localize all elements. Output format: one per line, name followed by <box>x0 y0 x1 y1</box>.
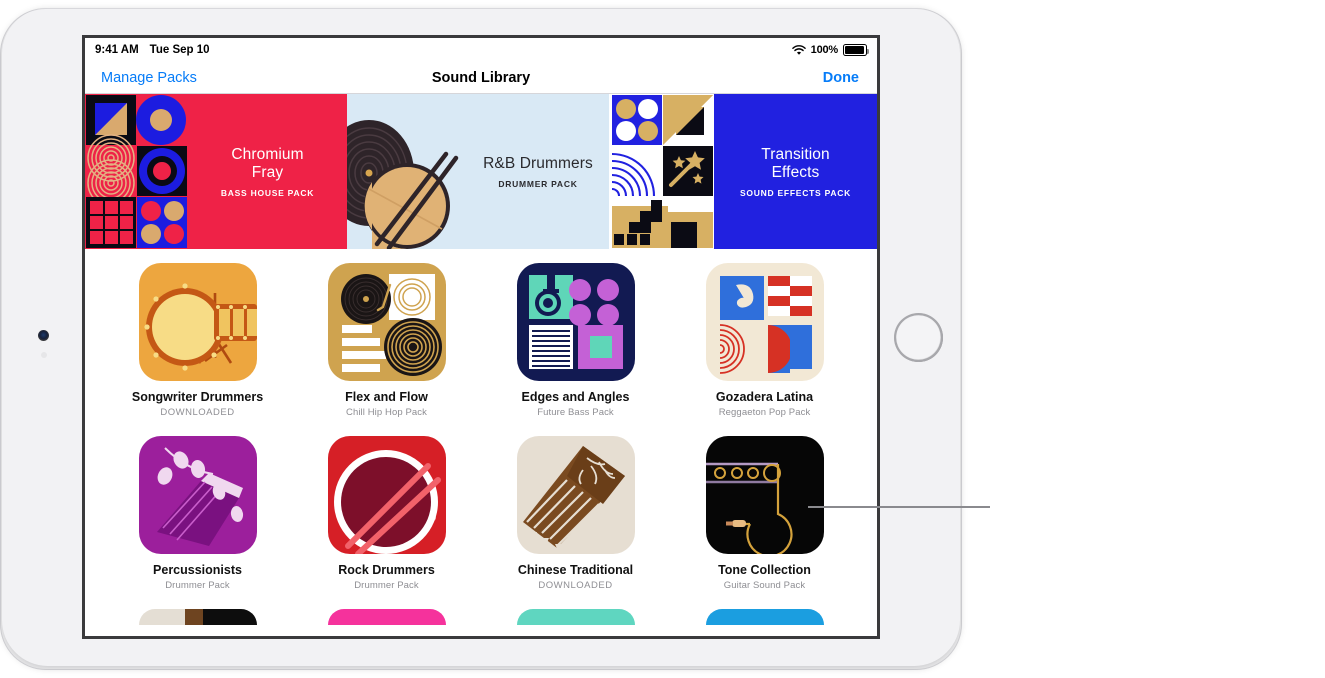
featured-title-line2: Effects <box>771 163 820 181</box>
done-button[interactable]: Done <box>823 70 859 86</box>
pack-subtitle: DOWNLOADED <box>538 580 613 591</box>
pack-name: Tone Collection <box>718 563 811 577</box>
pack-tile-songwriter-drummers[interactable]: Songwriter Drummers DOWNLOADED <box>103 263 292 418</box>
battery-percent-label: 100% <box>810 44 839 56</box>
transition-effects-artwork <box>609 94 714 249</box>
pack-name: Percussionists <box>153 563 242 577</box>
gozadera-latina-artwork <box>705 263 824 381</box>
grid-row-spacer <box>103 591 859 609</box>
pack-tile-partial-3[interactable] <box>481 609 670 625</box>
featured-title-line2: Fray <box>251 163 284 181</box>
pack-tile-chinese-traditional[interactable]: Chinese Traditional DOWNLOADED <box>481 436 670 591</box>
pack-tile-partial-4[interactable] <box>670 609 859 625</box>
songwriter-drummers-artwork <box>138 263 257 381</box>
ambient-sensor-icon <box>41 352 47 358</box>
pack-subtitle: DOWNLOADED <box>160 407 235 418</box>
status-bar: 9:41 AM Tue Sep 10 100% <box>85 38 877 62</box>
pack-name: Songwriter Drummers <box>131 390 264 404</box>
sound-pack-grid: Songwriter Drummers DOWNLOADED Flex and … <box>85 249 877 625</box>
status-bar-right-group: 100% <box>791 38 869 62</box>
pack-tile-percussionists[interactable]: Percussionists Drummer Pack <box>103 436 292 591</box>
ipad-screen: 9:41 AM Tue Sep 10 100% Manage Packs Sou… <box>85 38 877 636</box>
rock-drummers-artwork <box>327 436 446 554</box>
featured-banner-transition-effects[interactable]: Transition Effects SOUND EFFECTS PACK <box>609 94 877 249</box>
featured-banner-rnb-drummers[interactable]: R&B Drummers DRUMMER PACK <box>347 94 609 249</box>
pack-tile-tone-collection[interactable]: Tone Collection Guitar Sound Pack <box>670 436 859 591</box>
featured-title-line1: R&B Drummers <box>483 154 593 172</box>
rnb-drummers-artwork <box>347 94 467 249</box>
featured-banner-text-chromium-fray: Chromium Fray BASS HOUSE PACK <box>188 94 347 249</box>
pack-tile-gozadera-latina[interactable]: Gozadera Latina Reggaeton Pop Pack <box>670 263 859 418</box>
pack-name: Chinese Traditional <box>517 563 634 577</box>
home-button-inner[interactable] <box>897 316 940 359</box>
battery-cap <box>867 48 869 54</box>
pack-name: Gozadera Latina <box>715 390 814 404</box>
callout-leader-line <box>808 506 990 508</box>
wifi-icon <box>791 44 806 56</box>
featured-title-line1: Chromium <box>231 145 304 163</box>
pack-subtitle: Guitar Sound Pack <box>723 580 806 591</box>
flex-and-flow-artwork <box>327 263 446 381</box>
featured-banner-text-transition-effects: Transition Effects SOUND EFFECTS PACK <box>714 94 877 249</box>
chromium-fray-artwork <box>85 94 188 249</box>
battery-full-icon <box>843 44 869 56</box>
pack-tile-edges-and-angles[interactable]: Edges and Angles Future Bass Pack <box>481 263 670 418</box>
pack-subtitle: Chill Hip Hop Pack <box>346 407 427 418</box>
grid-row-spacer <box>103 418 859 436</box>
battery-fill <box>845 46 865 54</box>
featured-banner-text-rnb-drummers: R&B Drummers DRUMMER PACK <box>467 94 609 249</box>
pack-subtitle: Drummer Pack <box>354 580 419 591</box>
front-camera-icon <box>38 330 49 341</box>
featured-subtitle: BASS HOUSE PACK <box>220 187 315 198</box>
edges-and-angles-artwork <box>516 263 635 381</box>
percussionists-artwork <box>138 436 257 554</box>
partial-pack-artwork-1 <box>138 609 257 625</box>
sound-library-scroll-view[interactable]: Chromium Fray BASS HOUSE PACK R&B Drumme… <box>85 94 877 635</box>
featured-subtitle: SOUND EFFECTS PACK <box>739 187 852 198</box>
featured-title-line1: Transition <box>761 145 830 163</box>
featured-packs-row: Chromium Fray BASS HOUSE PACK R&B Drumme… <box>85 94 877 249</box>
pack-subtitle: Drummer Pack <box>165 580 230 591</box>
pack-subtitle: Reggaeton Pop Pack <box>718 407 811 418</box>
manage-packs-button[interactable]: Manage Packs <box>101 70 197 86</box>
tone-collection-artwork <box>705 436 824 554</box>
navigation-bar: Manage Packs Sound Library Done <box>85 62 877 94</box>
page-title: Sound Library <box>431 69 531 86</box>
pack-name: Edges and Angles <box>521 390 630 404</box>
partial-pack-artwork-4 <box>705 609 824 625</box>
pack-subtitle: Future Bass Pack <box>537 407 614 418</box>
pack-tile-partial-2[interactable] <box>292 609 481 625</box>
pack-tile-rock-drummers[interactable]: Rock Drummers Drummer Pack <box>292 436 481 591</box>
partial-pack-artwork-3 <box>516 609 635 625</box>
status-date: Tue Sep 10 <box>149 44 210 56</box>
pack-tile-flex-and-flow[interactable]: Flex and Flow Chill Hip Hop Pack <box>292 263 481 418</box>
pack-name: Rock Drummers <box>338 563 435 577</box>
chinese-traditional-artwork <box>516 436 635 554</box>
pack-tile-partial-1[interactable] <box>103 609 292 625</box>
featured-subtitle: DRUMMER PACK <box>498 178 578 189</box>
partial-pack-artwork-2 <box>327 609 446 625</box>
status-time: 9:41 AM <box>95 44 139 56</box>
featured-banner-chromium-fray[interactable]: Chromium Fray BASS HOUSE PACK <box>85 94 347 249</box>
pack-name: Flex and Flow <box>345 390 428 404</box>
